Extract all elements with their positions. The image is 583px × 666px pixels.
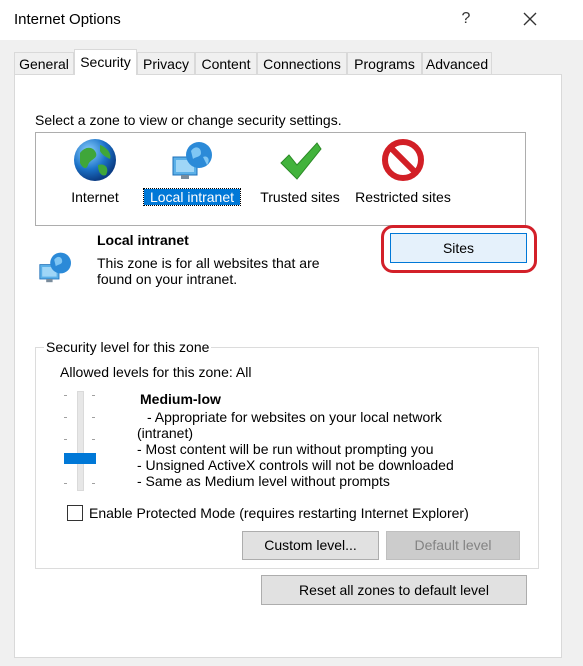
tab-programs[interactable]: Programs: [347, 52, 422, 74]
level-line: - Most content will be run without promp…: [137, 441, 434, 457]
close-button[interactable]: [516, 6, 544, 32]
security-tab-panel: Select a zone to view or change security…: [14, 74, 562, 658]
window-title: Internet Options: [14, 11, 121, 28]
custom-level-button[interactable]: Custom level...: [242, 531, 379, 560]
zone-trusted-sites-label: Trusted sites: [260, 189, 340, 205]
zone-restricted-sites[interactable]: Restricted sites: [352, 135, 454, 205]
reset-all-zones-button[interactable]: Reset all zones to default level: [261, 575, 527, 605]
checkmark-icon: [280, 142, 322, 180]
zone-internet-label: Internet: [71, 189, 119, 205]
globe-icon: [74, 139, 116, 181]
level-line: (intranet): [137, 425, 194, 441]
zone-internet[interactable]: Internet: [60, 135, 130, 205]
tab-strip: General Security Privacy Content Connect…: [14, 49, 574, 75]
help-button[interactable]: ?: [452, 6, 480, 32]
tab-connections[interactable]: Connections: [257, 52, 347, 74]
protected-mode-label: Enable Protected Mode (requires restarti…: [89, 505, 469, 521]
protected-mode-checkbox[interactable]: [67, 505, 83, 521]
tab-privacy[interactable]: Privacy: [137, 52, 195, 74]
prohibited-icon: [382, 139, 424, 181]
level-line: - Unsigned ActiveX controls will not be …: [137, 457, 454, 473]
security-level-description: - Appropriate for websites on your local…: [137, 409, 454, 489]
allowed-levels-text: Allowed levels for this zone: All: [60, 364, 252, 380]
level-line: - Appropriate for websites on your local…: [147, 409, 442, 425]
tab-advanced[interactable]: Advanced: [422, 52, 492, 74]
slider-track: [77, 391, 84, 491]
tab-general[interactable]: General: [14, 52, 74, 74]
zone-local-intranet[interactable]: Local intranet: [143, 135, 241, 206]
level-line: - Same as Medium level without prompts: [137, 473, 390, 489]
security-level-slider[interactable]: [60, 391, 100, 491]
security-level-name: Medium-low: [140, 391, 221, 407]
title-bar: Internet Options ?: [0, 0, 583, 40]
zone-local-intranet-label: Local intranet: [143, 188, 241, 206]
security-level-legend: Security level for this zone: [44, 339, 212, 355]
network-globe-icon: [39, 252, 71, 283]
tab-content[interactable]: Content: [195, 52, 257, 74]
zone-list: Internet Local intranet Trusted sites Re…: [35, 132, 526, 226]
zone-trusted-sites[interactable]: Trusted sites: [254, 135, 346, 205]
zone-prompt: Select a zone to view or change security…: [35, 112, 342, 128]
selected-zone-name: Local intranet: [97, 232, 189, 248]
selected-zone-description: This zone is for all websites that are f…: [97, 255, 320, 287]
slider-thumb[interactable]: [64, 453, 96, 464]
tab-security[interactable]: Security: [74, 49, 137, 75]
sites-button[interactable]: Sites: [390, 233, 527, 263]
zone-restricted-sites-label: Restricted sites: [355, 189, 451, 205]
internet-options-dialog: Internet Options ? General Security Priv…: [0, 0, 583, 666]
network-globe-icon: [172, 142, 212, 179]
close-icon: [523, 12, 537, 26]
selected-zone-icon: [35, 247, 75, 287]
default-level-button[interactable]: Default level: [386, 531, 520, 560]
